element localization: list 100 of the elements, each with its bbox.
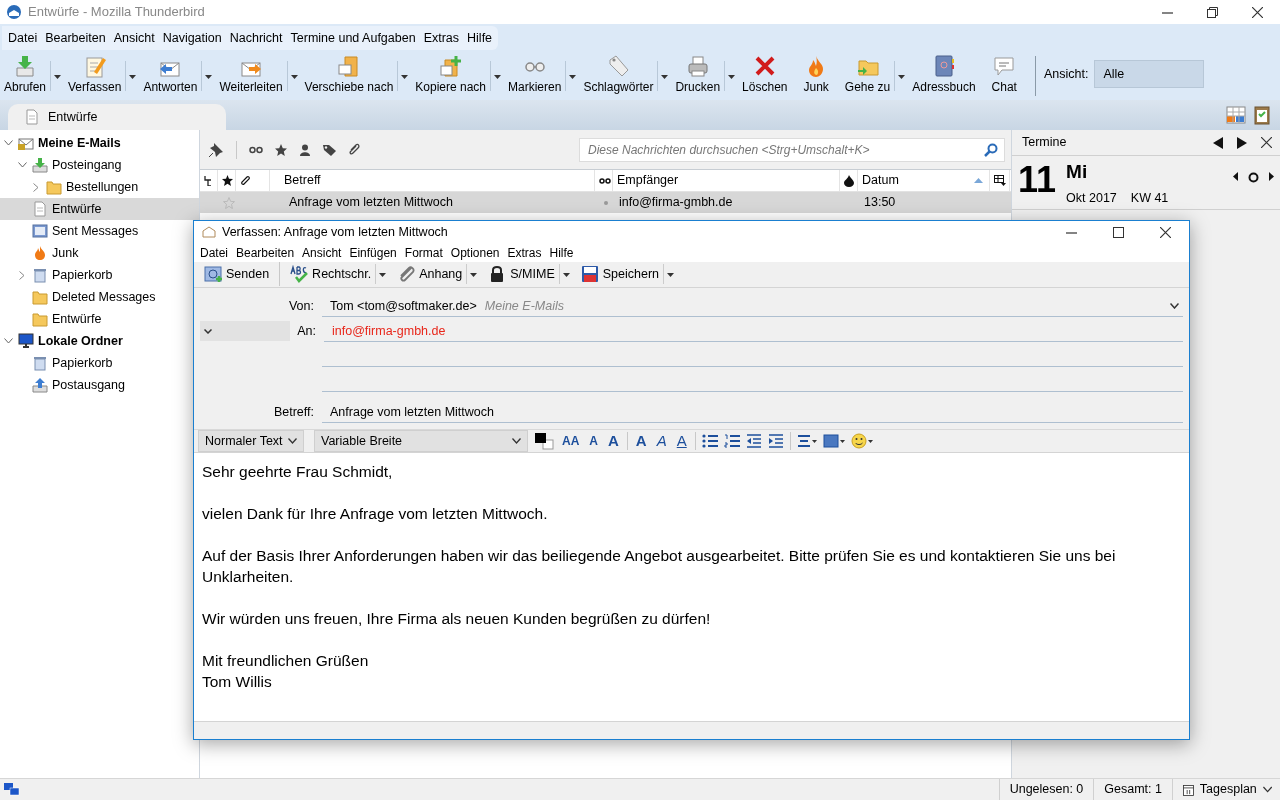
toolbar-button[interactable]: Abrufen <box>0 54 51 95</box>
folder-item[interactable]: Postausgang <box>0 374 199 396</box>
folder-item[interactable]: Entwürfe <box>0 198 199 220</box>
folder-item[interactable]: Lokale Ordner <box>0 330 199 352</box>
caret-icon <box>494 75 502 79</box>
align-menu-icon <box>796 433 817 448</box>
chevron-down-icon <box>204 328 212 334</box>
menu-item[interactable]: Hilfe <box>545 243 578 262</box>
column-header[interactable]: Empfänger <box>613 170 840 191</box>
caret-icon <box>379 273 387 278</box>
menu-item[interactable]: Einfügen <box>345 243 401 262</box>
toolbar-button[interactable]: Löschen <box>738 54 792 95</box>
chevron-right-icon <box>33 182 39 192</box>
menu-item[interactable]: Bearbeiten <box>232 243 299 262</box>
toolbar-button[interactable]: Senden <box>200 264 274 284</box>
subject-field[interactable]: Anfrage vom letzten Mittwoch <box>322 401 1183 424</box>
body-paragraph: Mit freundlichen Grüßen Tom Willis <box>202 650 370 692</box>
folder-item[interactable]: Posteingang <box>0 154 199 176</box>
tray-download-icon <box>13 54 37 78</box>
close-icon <box>1252 6 1263 18</box>
tab[interactable]: Entwürfe <box>8 104 226 130</box>
sort-ascending-icon <box>974 178 983 183</box>
font-dropdown[interactable]: Variable Breite <box>314 429 528 452</box>
italic-button[interactable]: A <box>654 433 669 449</box>
menu-item[interactable]: Termine und Aufgaben <box>286 28 420 48</box>
folder-item[interactable]: Sent Messages <box>0 220 199 242</box>
underline-button[interactable]: A <box>674 433 689 449</box>
search-box[interactable]: Diese Nachrichten durchsuchen <Strg+Umschalt+K> <box>579 137 1005 162</box>
toolbar-button[interactable]: Anhang <box>393 264 467 284</box>
flame-icon <box>844 174 854 187</box>
chevron-down-icon <box>288 437 297 444</box>
toolbar-button[interactable]: Adressbuch <box>908 54 980 95</box>
toolbar-button[interactable]: Chat <box>987 54 1021 95</box>
menu-item[interactable]: Datei <box>196 243 232 262</box>
outbox-icon <box>32 377 48 393</box>
dropdown-button[interactable] <box>558 264 573 285</box>
menu-item[interactable]: Extras <box>419 28 464 48</box>
column-header[interactable]: Betreff <box>270 170 595 191</box>
menu-item[interactable]: Extras <box>503 243 546 262</box>
menu-item[interactable]: Hilfe <box>463 28 497 48</box>
column-header[interactable]: Datum <box>858 170 990 191</box>
recipient-field[interactable]: info@firma-gmbh.de <box>324 320 1183 343</box>
caret-icon <box>401 75 409 79</box>
caret-icon <box>667 273 675 278</box>
folder-icon <box>32 289 48 305</box>
caret-icon <box>898 75 906 79</box>
calendar-grid-icon <box>1226 105 1246 125</box>
subject-label: Betreff: <box>272 404 315 422</box>
month-year: Okt 2017 <box>1066 190 1117 207</box>
dropdown-button[interactable] <box>286 61 301 92</box>
toolbar-button[interactable]: Junk <box>799 54 833 95</box>
larger-button[interactable]: A <box>606 433 621 449</box>
indent-icon <box>767 433 784 448</box>
folder-item[interactable]: Bestellungen <box>0 176 199 198</box>
window-title: Verfassen: Anfrage vom letzten Mittwoch <box>222 224 448 241</box>
menu-item[interactable]: Navigation <box>158 28 226 48</box>
menu-item[interactable]: Ansicht <box>109 28 159 48</box>
body-paragraph: Wir würden uns freuen, Ihre Firma als neuen Kunden begrüßen zu dürfen! <box>202 608 712 629</box>
menu-item[interactable]: Nachricht <box>225 28 287 48</box>
toolbar-button[interactable]: Markieren <box>504 54 566 95</box>
view-dropdown[interactable]: Alle <box>1094 60 1205 88</box>
paragraph-format-dropdown[interactable]: Normaler Text <box>198 429 304 452</box>
day-number: 11 <box>1018 162 1057 202</box>
column-picker-icon <box>994 175 1006 186</box>
toolbar-button[interactable]: Verschiebe nach <box>300 54 398 95</box>
folder-item[interactable]: Junk <box>0 242 199 264</box>
menu-item[interactable]: Bearbeiten <box>41 28 110 48</box>
caret-icon <box>569 75 577 79</box>
from-field[interactable]: Tom <tom@softmaker.de> Meine E-Mails <box>322 295 1183 318</box>
folder-item[interactable]: Deleted Messages <box>0 286 199 308</box>
toolbar-button[interactable]: Verfassen <box>64 54 126 95</box>
folder-item[interactable]: Papierkorb <box>0 264 199 286</box>
toolbar-button[interactable]: Speichern <box>576 264 664 284</box>
toolbar-button[interactable]: Gehe zu <box>840 54 895 95</box>
send-icon <box>204 265 222 284</box>
size-button[interactable]: AA <box>560 434 582 447</box>
menu-item[interactable]: Optionen <box>446 243 504 262</box>
search-icon <box>984 142 998 157</box>
toolbar-button[interactable]: Antworten <box>139 54 202 95</box>
caret-icon <box>129 75 137 79</box>
subject-cell-text: Anfrage vom letzten Mittwoch <box>288 194 454 212</box>
toolbar-button[interactable]: S/MIME <box>484 264 559 284</box>
next-icon <box>1237 136 1247 149</box>
message-row[interactable]: Anfrage vom letzten Mittwoch info@firma-gmbh.de 13:50 <box>200 192 1011 213</box>
toolbar-button[interactable]: Schlagwörter <box>579 54 658 95</box>
toolbar-button[interactable]: Weiterleiten <box>215 54 287 95</box>
bold-button[interactable]: A <box>633 433 649 449</box>
address-type-toggle[interactable] <box>200 321 290 342</box>
toolbar-button[interactable]: Rechtschr. <box>286 264 376 284</box>
smaller-button[interactable]: A <box>587 434 600 447</box>
menu-item[interactable]: Format <box>400 243 447 262</box>
toolbar-button[interactable]: Kopiere nach <box>411 54 491 95</box>
folder-item[interactable]: Meine E-Mails <box>0 132 199 154</box>
chevron-down-icon <box>1170 303 1179 310</box>
folder-item[interactable]: Papierkorb <box>0 352 199 374</box>
folder-item[interactable]: Entwürfe <box>0 308 199 330</box>
menu-item[interactable]: Ansicht <box>298 243 346 262</box>
today-pane-button[interactable]: Tagesplan <box>1172 779 1280 800</box>
menu-item[interactable]: Datei <box>4 28 42 48</box>
toolbar-button[interactable]: Drucken <box>671 54 725 95</box>
